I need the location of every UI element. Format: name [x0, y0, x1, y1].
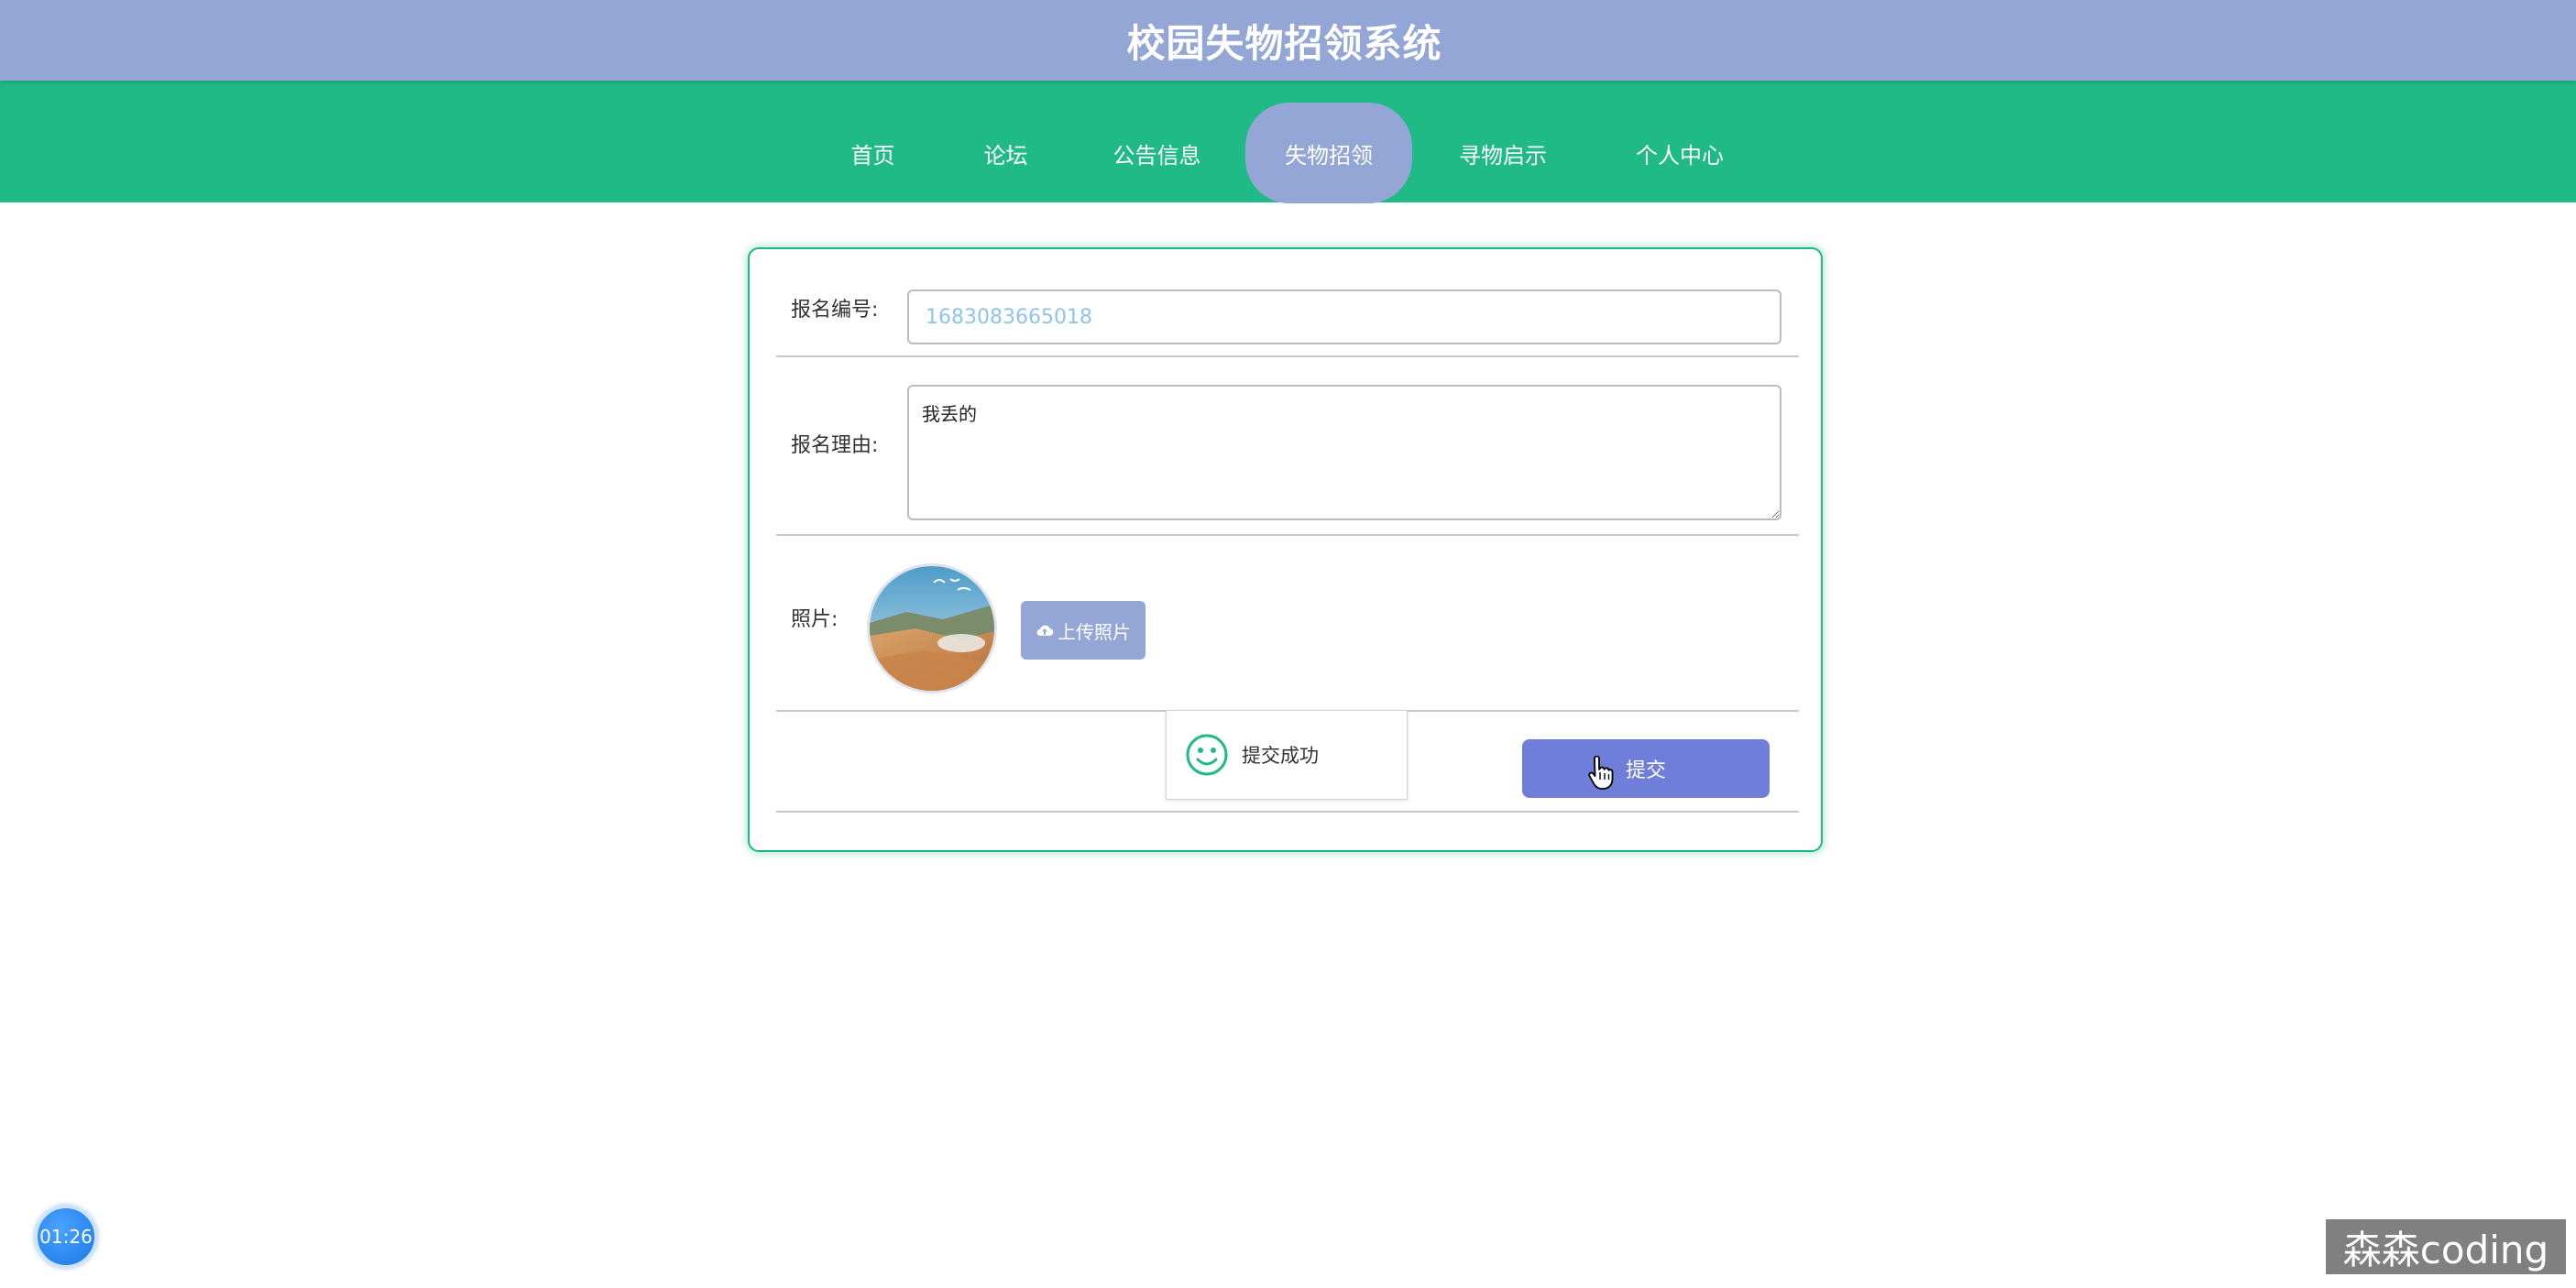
photo-thumbnail [867, 563, 997, 693]
toast-message: 提交成功 [1242, 745, 1319, 767]
submit-button[interactable]: 提交 [1522, 739, 1770, 798]
nav-item-lost-found[interactable]: 失物招领 [1245, 103, 1412, 203]
smile-icon [1185, 733, 1229, 777]
upload-photo-button[interactable]: 上传照片 [1021, 601, 1145, 660]
app-title: 校园失物招领系统 [1126, 20, 1442, 66]
claim-id-input[interactable] [907, 289, 1781, 344]
reason-textarea[interactable] [907, 385, 1781, 520]
nav-item-home[interactable]: 首页 [829, 103, 916, 203]
nav-bar: 首页 论坛 公告信息 失物招领 寻物启示 个人中心 [0, 81, 2576, 203]
cloud-upload-icon [1036, 623, 1054, 638]
row-divider [776, 811, 1799, 813]
hand-cursor-icon [1586, 755, 1614, 794]
nav-item-profile[interactable]: 个人中心 [1611, 103, 1748, 203]
photo-label: 照片: [791, 608, 839, 631]
success-toast: 提交成功 [1166, 710, 1408, 800]
watermark: 森森coding [2326, 1219, 2566, 1274]
app-header: 校园失物招领系统 [0, 0, 2576, 81]
photo-image [870, 566, 994, 691]
nav-item-lost-notice[interactable]: 寻物启示 [1439, 103, 1567, 203]
recording-timer: 01:26 [35, 1206, 97, 1268]
nav-item-announcements[interactable]: 公告信息 [1095, 103, 1219, 203]
upload-photo-label: 上传照片 [1058, 620, 1131, 643]
row-divider [776, 355, 1799, 357]
nav-item-forum[interactable]: 论坛 [962, 103, 1049, 203]
row-divider [776, 534, 1799, 536]
reason-label: 报名理由: [791, 434, 879, 457]
id-label: 报名编号: [791, 299, 879, 322]
